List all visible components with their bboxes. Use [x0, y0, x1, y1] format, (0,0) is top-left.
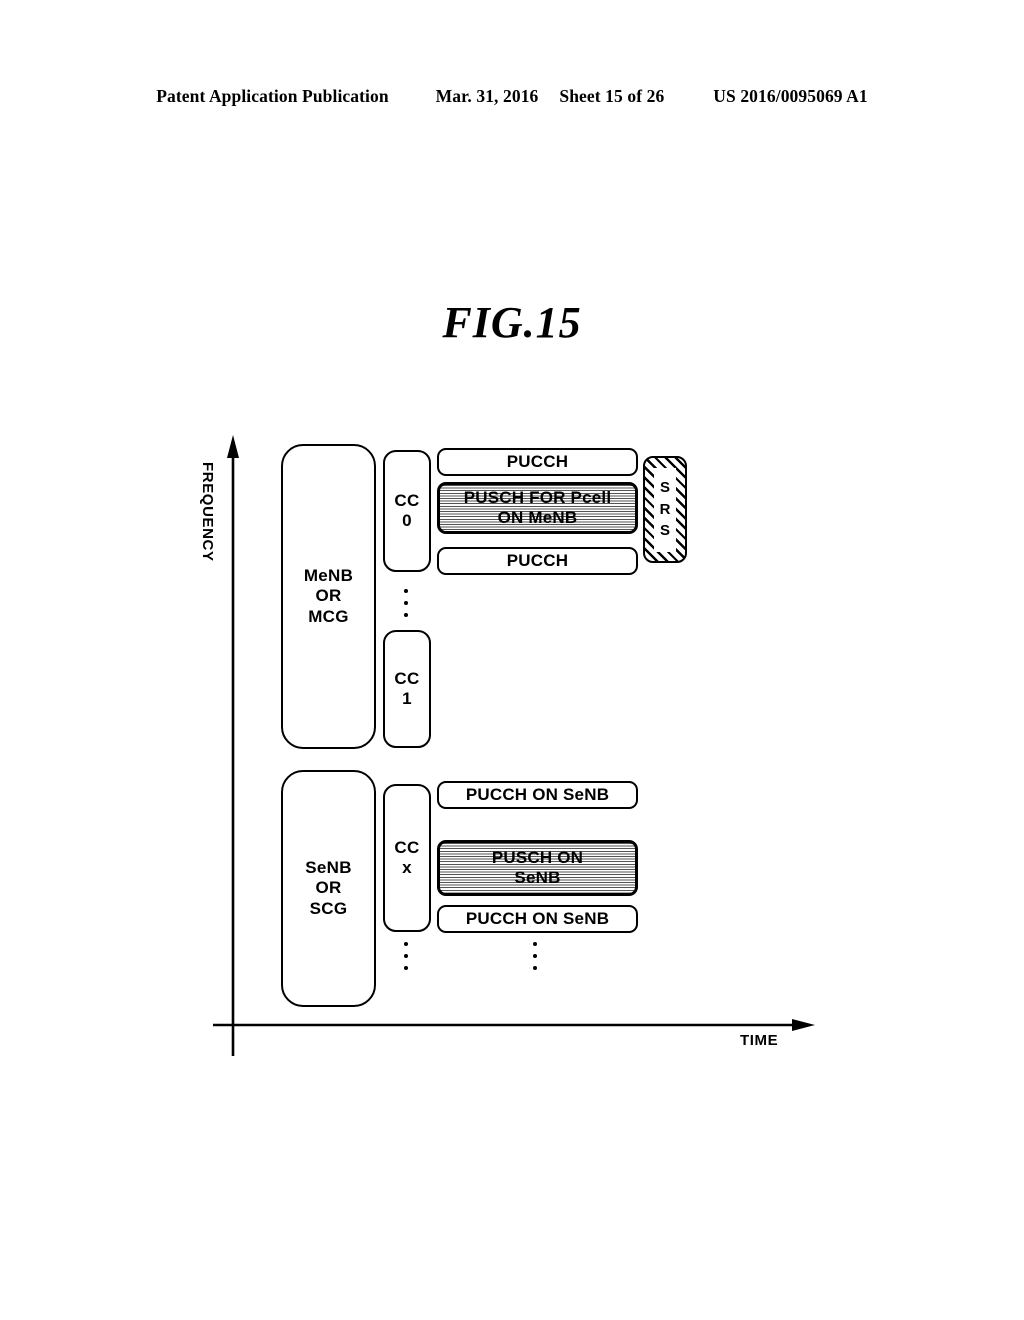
- channel-label-pucch-top: PUCCH: [506, 451, 569, 471]
- ellipsis-dot: [403, 589, 408, 593]
- channel-box-pusch-pcell-on-menb[interactable]: PUSCH FOR Pcell ON MeNB: [437, 482, 638, 534]
- channel-label-pusch-pcell-on-menb: PUSCH FOR Pcell ON MeNB: [463, 487, 612, 527]
- group-label-menb: MeNB OR MCG: [303, 566, 354, 626]
- ellipsis-dot: [532, 954, 537, 958]
- carrier-box-ccx[interactable]: CC x: [383, 784, 431, 932]
- channel-box-pucch-bottom[interactable]: PUCCH: [437, 547, 638, 575]
- axes-svg: [213, 435, 815, 1056]
- carrier-box-cc0[interactable]: CC 0: [383, 450, 431, 572]
- group-box-menb[interactable]: MeNB OR MCG: [281, 444, 376, 749]
- channel-box-pucch-on-senb-top[interactable]: PUCCH ON SeNB: [437, 781, 638, 809]
- ellipsis-dot: [403, 966, 408, 970]
- carrier-box-cc1[interactable]: CC 1: [383, 630, 431, 748]
- srs-letter-s1: S: [659, 478, 670, 496]
- ellipsis-dot: [532, 966, 537, 970]
- group-box-senb[interactable]: SeNB OR SCG: [281, 770, 376, 1007]
- figure-diagram: FREQUENCY TIME MeNB OR MCG CC 0 CC 1 PUC…: [0, 0, 1024, 1320]
- carrier-label-cc0: CC 0: [394, 490, 420, 530]
- srs-letter-r: R: [659, 500, 671, 518]
- group-label-senb: SeNB OR SCG: [305, 858, 352, 918]
- vertical-ellipsis-carriers-senb: [403, 942, 408, 970]
- carrier-label-cc1: CC 1: [394, 668, 420, 708]
- vertical-ellipsis-channels-senb: [532, 942, 537, 970]
- frequency-axis-arrowhead: [227, 435, 239, 458]
- channel-box-pucch-top[interactable]: PUCCH: [437, 448, 638, 476]
- channel-label-pusch-on-senb: PUSCH ON SeNB: [491, 847, 584, 887]
- time-axis-label: TIME: [740, 1032, 779, 1049]
- srs-label-stack: S R S: [654, 467, 676, 552]
- channel-box-pucch-on-senb-bottom[interactable]: PUCCH ON SeNB: [437, 905, 638, 933]
- channel-label-pucch-bottom: PUCCH: [506, 550, 569, 570]
- carrier-label-ccx: CC x: [394, 837, 420, 877]
- frequency-axis-label: FREQUENCY: [199, 462, 216, 562]
- ellipsis-dot: [403, 601, 408, 605]
- ellipsis-dot: [403, 613, 408, 617]
- channel-label-pucch-on-senb-bottom: PUCCH ON SeNB: [465, 908, 610, 928]
- channel-box-pusch-on-senb[interactable]: PUSCH ON SeNB: [437, 840, 638, 896]
- ellipsis-dot: [532, 942, 537, 946]
- channel-label-pucch-on-senb-top: PUCCH ON SeNB: [465, 784, 610, 804]
- ellipsis-dot: [403, 942, 408, 946]
- ellipsis-dot: [403, 954, 408, 958]
- srs-box[interactable]: S R S: [643, 456, 687, 563]
- time-axis-arrowhead: [792, 1019, 815, 1031]
- srs-letter-s2: S: [659, 522, 670, 540]
- vertical-ellipsis-carriers-menb: [403, 589, 408, 617]
